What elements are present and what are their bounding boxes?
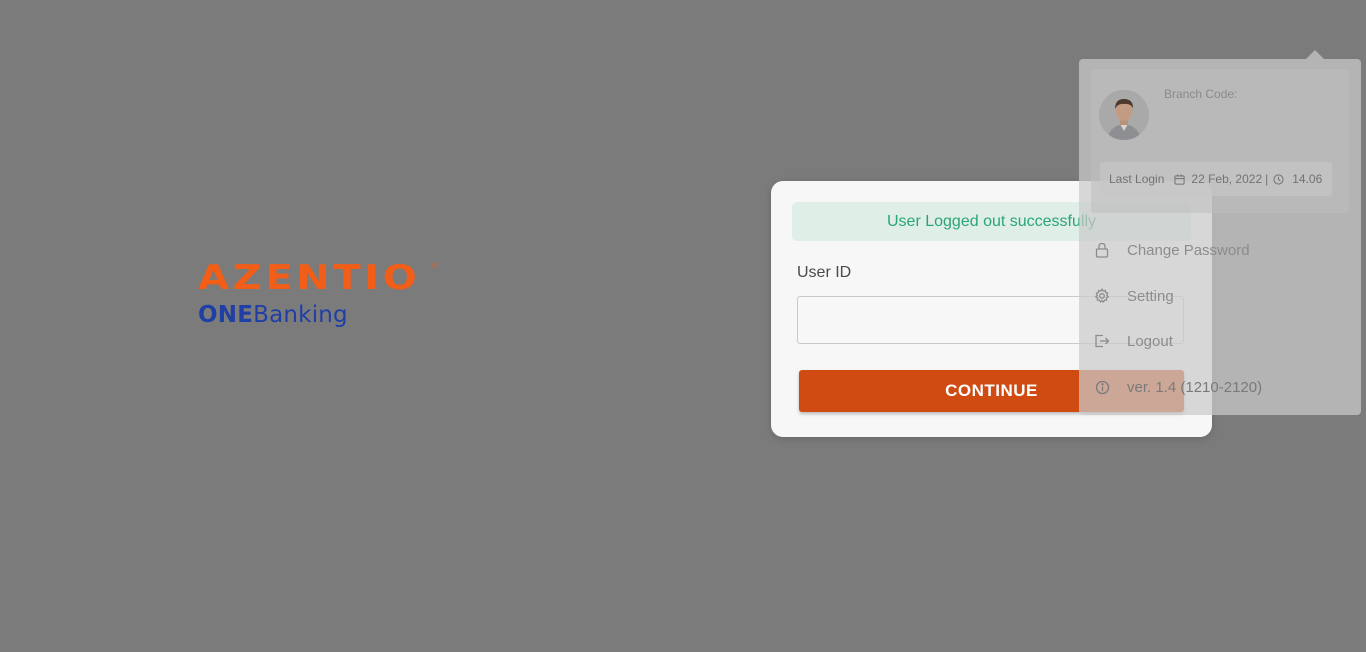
setting-menu-item[interactable]: Setting bbox=[1093, 283, 1174, 309]
version-info-item: ver. 1.4 (1210-2120) bbox=[1093, 374, 1262, 400]
info-icon bbox=[1093, 378, 1111, 396]
logo-product-banking: Banking bbox=[253, 302, 348, 328]
logo-trademark: ® bbox=[432, 263, 438, 270]
last-login-time: 14.06 bbox=[1292, 172, 1323, 186]
last-login-label: Last Login bbox=[1109, 172, 1165, 186]
logo-product-name: ONEBanking bbox=[198, 301, 458, 329]
version-label: ver. 1.4 (1210-2120) bbox=[1127, 378, 1263, 396]
last-login-info: Last Login 22 Feb, 2022 | 14.06 bbox=[1100, 162, 1332, 196]
last-login-date: 22 Feb, 2022 bbox=[1191, 172, 1263, 186]
dropdown-caret bbox=[1306, 50, 1324, 59]
last-login-separator: | bbox=[1265, 172, 1269, 186]
avatar bbox=[1099, 90, 1149, 140]
logo-wordmark: AZENTIO bbox=[198, 258, 421, 298]
azentio-onebanking-logo: AZENTIO ® ONEBanking bbox=[198, 258, 458, 329]
profile-header: Branch Code: Last Login 22 Feb, 2022 | 1… bbox=[1091, 69, 1349, 213]
profile-dropdown: Branch Code: Last Login 22 Feb, 2022 | 1… bbox=[1079, 50, 1361, 415]
branch-code-label: Branch Code: bbox=[1164, 87, 1238, 101]
logout-icon bbox=[1093, 332, 1111, 350]
logout-label: Logout bbox=[1127, 332, 1173, 350]
user-id-label: User ID bbox=[797, 264, 852, 281]
change-password-label: Change Password bbox=[1127, 241, 1250, 259]
change-password-menu-item[interactable]: Change Password bbox=[1093, 237, 1250, 263]
clock-icon bbox=[1273, 173, 1284, 185]
lock-icon bbox=[1093, 241, 1111, 259]
calendar-icon bbox=[1174, 173, 1185, 185]
setting-label: Setting bbox=[1127, 287, 1174, 305]
logout-menu-item[interactable]: Logout bbox=[1093, 328, 1173, 354]
gear-icon bbox=[1093, 287, 1111, 305]
logo-product-one: ONE bbox=[198, 302, 254, 328]
